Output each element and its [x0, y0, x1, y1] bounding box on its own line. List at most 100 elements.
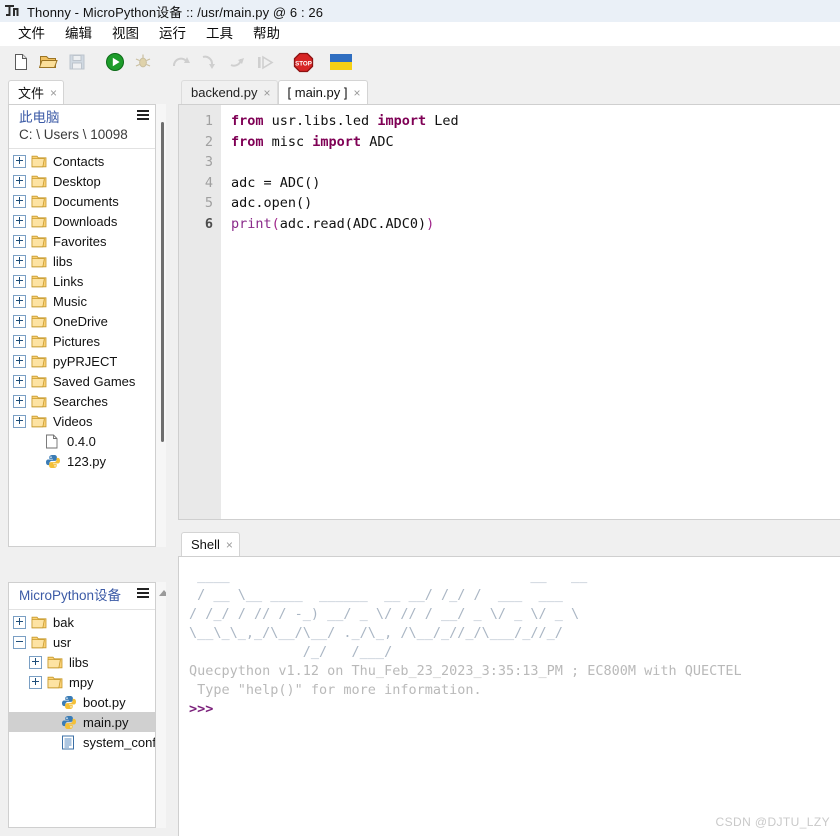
tab-backend-py[interactable]: backend.py ×: [181, 80, 278, 104]
tree-row[interactable]: Links: [9, 271, 155, 291]
ukraine-flag-icon[interactable]: [328, 49, 354, 75]
menu-view[interactable]: 视图: [102, 22, 149, 46]
expand-icon[interactable]: [13, 294, 26, 308]
scrollbar-thumb[interactable]: [161, 122, 164, 442]
menu-tools[interactable]: 工具: [196, 22, 243, 46]
tree-row-label: Saved Games: [53, 373, 136, 389]
hamburger-icon[interactable]: [137, 110, 149, 120]
code-token: from: [231, 133, 264, 150]
shell-prompt[interactable]: >>>: [189, 700, 840, 719]
folder-icon: [31, 615, 48, 630]
folder-icon: [31, 154, 48, 169]
device-file-list[interactable]: bak usr libs mpy boot.py main.py system_config…: [9, 610, 155, 752]
collapse-icon[interactable]: [13, 635, 26, 649]
expand-icon[interactable]: [13, 394, 26, 408]
expand-icon[interactable]: [13, 174, 26, 188]
folder-icon: [31, 214, 48, 229]
expand-icon[interactable]: [29, 655, 42, 669]
tree-row-label: system_config.j: [83, 734, 155, 750]
this-pc-tree[interactable]: 此电脑 C: \ Users \ 10098 Contacts Desktop Do…: [8, 104, 156, 547]
folder-icon: [31, 354, 48, 369]
shell-version-line: Quecpython v1.12 on Thu_Feb_23_2023_3:35…: [189, 663, 742, 679]
tab-main-py[interactable]: [ main.py ] ×: [277, 80, 368, 104]
close-icon[interactable]: ×: [353, 87, 360, 99]
menu-edit[interactable]: 编辑: [55, 22, 102, 46]
tree-row[interactable]: boot.py: [9, 692, 155, 712]
open-file-icon[interactable]: [36, 49, 62, 75]
stop-icon[interactable]: STOP: [290, 49, 316, 75]
tree-row[interactable]: Videos: [9, 411, 155, 431]
hamburger-icon[interactable]: [137, 588, 149, 598]
expand-icon[interactable]: [13, 334, 26, 348]
tree-row-label: Favorites: [53, 233, 107, 249]
step-over-icon: [168, 49, 194, 75]
code-token: usr.libs.led: [263, 113, 378, 129]
step-into-icon: [196, 49, 222, 75]
tab-shell[interactable]: Shell ×: [181, 532, 240, 556]
tree-row[interactable]: Desktop: [9, 171, 155, 191]
expand-icon[interactable]: [13, 214, 26, 228]
tab-files[interactable]: 文件 ×: [8, 80, 65, 104]
shell-banner-line: / /_/ / // / -_) __/ _ \/ // / __/ _ \/ …: [189, 606, 580, 622]
expand-icon[interactable]: [13, 194, 26, 208]
tree-row[interactable]: usr: [9, 632, 155, 652]
expand-icon[interactable]: [13, 154, 26, 168]
tree-row-label: bak: [53, 614, 74, 630]
thonny-logo-icon: [4, 3, 20, 19]
code-token: adc.open(): [231, 195, 313, 211]
tree-row-label: Documents: [53, 193, 119, 209]
menu-help[interactable]: 帮助: [243, 22, 290, 46]
resume-icon: [252, 49, 278, 75]
tree-row[interactable]: mpy: [9, 672, 155, 692]
code-text[interactable]: from usr.libs.led import Led from misc im…: [221, 105, 840, 519]
expand-icon[interactable]: [13, 274, 26, 288]
close-icon[interactable]: ×: [226, 539, 233, 551]
tree-row[interactable]: libs: [9, 652, 155, 672]
this-pc-file-list[interactable]: Contacts Desktop Documents Downloads Favorit…: [9, 149, 155, 471]
code-editor[interactable]: 123456 from usr.libs.led import Led from …: [178, 104, 840, 520]
tree-row[interactable]: Downloads: [9, 211, 155, 231]
tree-row[interactable]: Saved Games: [9, 371, 155, 391]
expand-icon[interactable]: [13, 414, 26, 428]
tree-row[interactable]: pyPRJECT: [9, 351, 155, 371]
tree-row[interactable]: Documents: [9, 191, 155, 211]
code-token: adc.read(ADC.ADC0): [279, 215, 427, 232]
tree-row[interactable]: Music: [9, 291, 155, 311]
run-icon[interactable]: [102, 49, 128, 75]
new-file-icon[interactable]: [8, 49, 34, 75]
expand-icon[interactable]: [13, 314, 26, 328]
expand-icon[interactable]: [13, 354, 26, 368]
tree-row-label: Music: [53, 293, 87, 309]
expand-icon[interactable]: [13, 374, 26, 388]
tree-row[interactable]: Contacts: [9, 151, 155, 171]
tree-row[interactable]: 0.4.0: [9, 431, 155, 451]
tree-row[interactable]: OneDrive: [9, 311, 155, 331]
tree-row[interactable]: system_config.j: [9, 732, 155, 752]
folder-icon: [31, 334, 48, 349]
tree-row[interactable]: main.py: [9, 712, 155, 732]
tree-row[interactable]: bak: [9, 612, 155, 632]
tree-row-label: libs: [69, 654, 89, 670]
menu-bar: 文件 编辑 视图 运行 工具 帮助: [0, 22, 840, 46]
tree-row[interactable]: Searches: [9, 391, 155, 411]
expand-icon[interactable]: [13, 615, 26, 629]
close-icon[interactable]: ×: [50, 87, 57, 99]
tree-row[interactable]: libs: [9, 251, 155, 271]
menu-run[interactable]: 运行: [149, 22, 196, 46]
tree-row[interactable]: Pictures: [9, 331, 155, 351]
left-panel: 文件 × 此电脑 C: \ Users \ 10098 Contacts Desk…: [0, 78, 172, 836]
expand-icon[interactable]: [13, 254, 26, 268]
folder-icon: [47, 675, 64, 690]
line-number: 2: [204, 133, 213, 150]
menu-file[interactable]: 文件: [8, 22, 55, 46]
save-file-icon: [64, 49, 90, 75]
expand-icon[interactable]: [29, 675, 42, 689]
close-icon[interactable]: ×: [264, 87, 271, 99]
file-icon: [45, 434, 62, 449]
expand-icon[interactable]: [13, 234, 26, 248]
shell-console[interactable]: ____ __ __ / __ \__ ____ ______ __ __/ /…: [178, 556, 840, 836]
tree-row[interactable]: 123.py: [9, 451, 155, 471]
tree-row[interactable]: Favorites: [9, 231, 155, 251]
device-tree[interactable]: MicroPython设备 bak usr libs mpy boot.py main.p…: [8, 582, 156, 828]
